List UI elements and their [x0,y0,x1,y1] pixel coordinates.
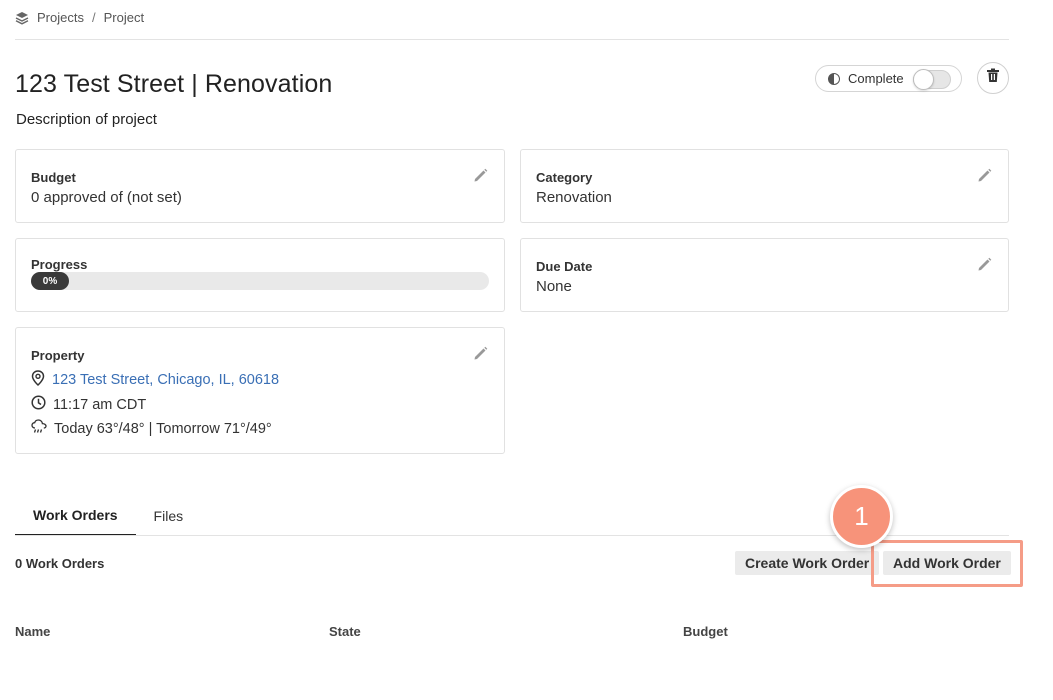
create-work-order-button[interactable]: Create Work Order [735,551,880,575]
tab-files[interactable]: Files [136,496,202,536]
column-header-state: State [329,624,361,639]
category-label: Category [536,170,593,185]
budget-card: Budget 0 approved of (not set) [15,149,505,223]
layers-icon [15,11,29,25]
property-label: Property [31,348,85,363]
step-badge: 1 [830,485,893,548]
pencil-icon[interactable] [472,345,489,362]
category-value: Renovation [536,189,612,206]
complete-toggle[interactable]: Complete [815,65,962,92]
trash-icon [986,68,1000,88]
highlight-box [871,540,1023,587]
page-title: 123 Test Street | Renovation [15,70,333,98]
clock-icon [31,395,53,414]
property-address-row: 123 Test Street, Chicago, IL, 60618 [31,370,279,390]
toggle-knob [913,69,934,90]
progress-bar: 0% [31,272,489,290]
due-date-value: None [536,278,572,295]
property-time-row: 11:17 am CDT [31,395,146,414]
map-pin-icon [31,370,52,390]
half-circle-icon [828,72,840,85]
due-date-card: Due Date None [520,238,1009,312]
progress-card: Progress 0% [15,238,505,312]
delete-project-button[interactable] [977,62,1009,94]
header-divider [15,39,1009,40]
column-header-name: Name [15,624,51,639]
project-description: Description of project [16,111,157,128]
budget-value: 0 approved of (not set) [31,189,182,206]
pencil-icon[interactable] [472,167,489,184]
due-date-label: Due Date [536,259,593,274]
pencil-icon[interactable] [976,256,993,273]
budget-label: Budget [31,170,76,185]
tab-work-orders[interactable]: Work Orders [15,496,136,536]
column-header-budget: Budget [683,624,728,639]
pencil-icon[interactable] [976,167,993,184]
property-weather: Today 63°/48° | Tomorrow 71°/49° [54,420,272,437]
complete-label: Complete [848,71,904,86]
breadcrumb-projects-link[interactable]: Projects [37,10,84,25]
property-card: Property 123 Test Street, Chicago, IL, 6… [15,327,505,454]
project-tabs: Work Orders Files [15,496,201,536]
category-card: Category Renovation [520,149,1009,223]
breadcrumb: Projects / Project [15,10,144,25]
property-local-time: 11:17 am CDT [53,396,147,413]
toggle-switch[interactable] [913,69,951,90]
breadcrumb-separator: / [91,10,96,25]
property-weather-row: Today 63°/48° | Tomorrow 71°/49° [31,419,272,438]
property-address-link[interactable]: 123 Test Street, Chicago, IL, 60618 [52,372,279,388]
progress-label: Progress [31,257,88,272]
progress-fill: 0% [31,272,69,290]
work-order-count: 0 Work Orders [15,556,105,571]
rain-cloud-icon [31,419,54,438]
breadcrumb-current: Project [103,10,145,25]
